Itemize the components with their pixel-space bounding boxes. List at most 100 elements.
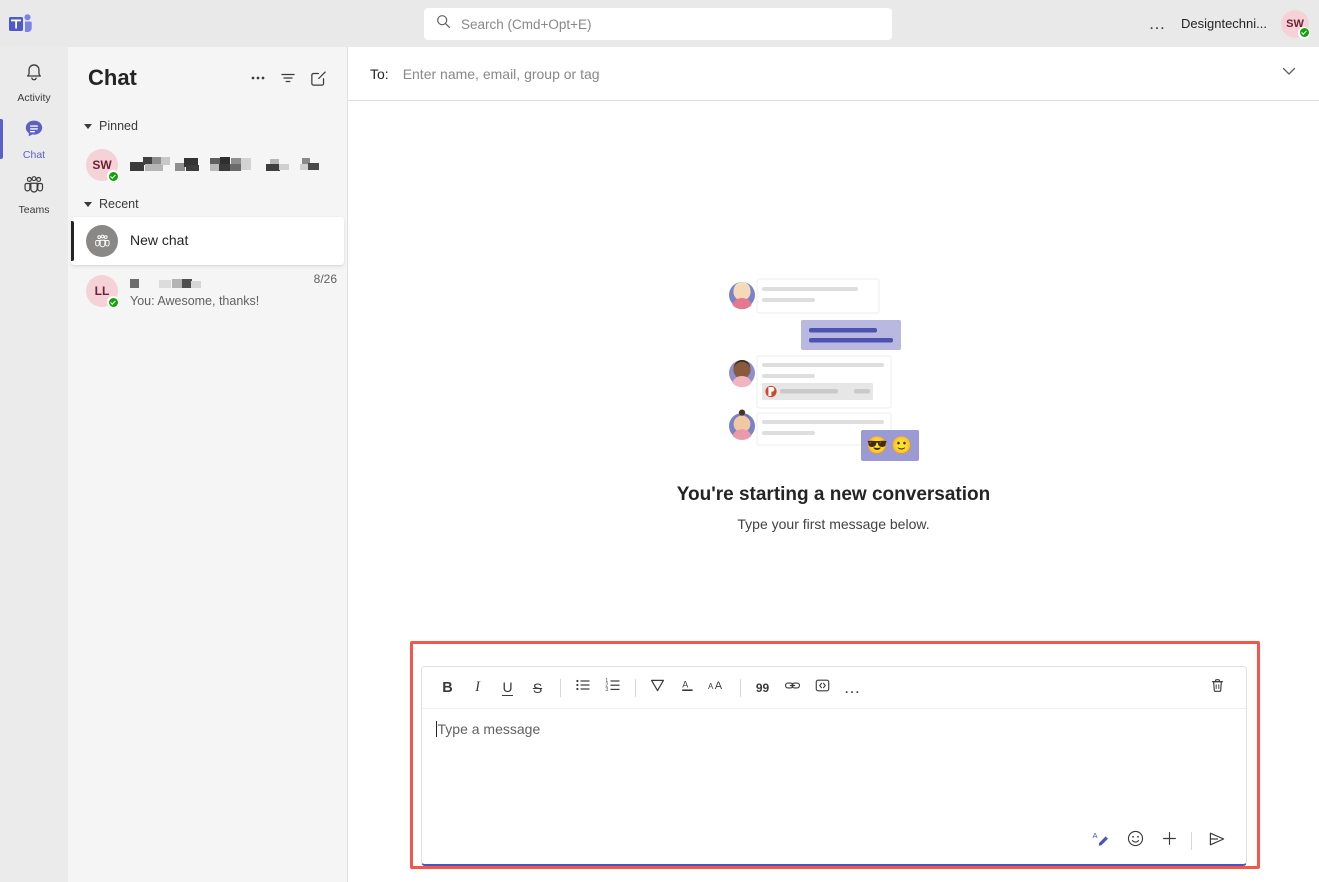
quote-icon: 99 bbox=[755, 680, 770, 695]
redaction-blocks bbox=[130, 278, 201, 288]
settings-more-button[interactable]: … bbox=[1149, 15, 1168, 32]
strikethrough-button[interactable]: S bbox=[524, 674, 552, 702]
chat-list-pane: Chat Pinned SW Recent New chat LL You: A… bbox=[68, 47, 348, 882]
more-actions-button[interactable] bbox=[1155, 826, 1185, 856]
recipient-input[interactable]: Enter name, email, group or tag bbox=[403, 66, 1265, 82]
teams-people-icon bbox=[22, 174, 46, 201]
emoji-reaction-bubble: 😎 🙂 bbox=[860, 430, 919, 461]
text-cursor bbox=[435, 721, 437, 737]
message-placeholder: Type a message bbox=[437, 721, 541, 737]
bold-icon: B bbox=[442, 679, 453, 696]
insert-link-button[interactable] bbox=[779, 674, 807, 702]
discard-draft-button[interactable] bbox=[1204, 674, 1232, 702]
quote-button[interactable]: 99 bbox=[749, 674, 777, 702]
code-block-button[interactable] bbox=[809, 674, 837, 702]
ellipsis-icon: … bbox=[843, 677, 862, 697]
redacted-chat-name bbox=[130, 155, 337, 175]
search-input[interactable]: Search (Cmd+Opt+E) bbox=[424, 8, 892, 40]
sidebar-item-label: Chat bbox=[22, 149, 46, 161]
font-color-icon: A bbox=[679, 677, 696, 699]
bulleted-list-icon bbox=[575, 677, 591, 698]
underline-icon: U bbox=[502, 678, 513, 696]
more-options-button[interactable] bbox=[243, 63, 273, 93]
highlight-button[interactable] bbox=[644, 674, 672, 702]
redacted-chat-name bbox=[130, 274, 235, 291]
formatting-toolbar: B I U S 1 2 3 A A A 99 … bbox=[421, 667, 1246, 709]
app-body: Activity Chat Teams Chat Pinned SW Recen… bbox=[0, 47, 1319, 882]
svg-text:A: A bbox=[682, 679, 688, 689]
titlebar-right-group: … Designtechni... SW bbox=[1149, 0, 1310, 47]
list-item[interactable]: SW bbox=[68, 139, 347, 191]
new-chat-button[interactable] bbox=[303, 63, 333, 93]
send-button[interactable] bbox=[1202, 826, 1232, 856]
group-label: Recent bbox=[99, 197, 139, 211]
sidebar-item-label: Teams bbox=[18, 204, 50, 216]
more-formatting-button[interactable]: … bbox=[839, 674, 867, 702]
bell-icon bbox=[23, 62, 45, 89]
teams-window: Search (Cmd+Opt+E) … Designtechni... SW bbox=[0, 0, 1319, 882]
sidebar-item-label: Activity bbox=[17, 92, 51, 104]
sunglasses-emoji: 😎 bbox=[866, 435, 888, 455]
action-divider bbox=[1190, 832, 1192, 850]
list-item-content: New chat bbox=[130, 232, 334, 250]
svg-text:A: A bbox=[708, 682, 714, 691]
underline-button[interactable]: U bbox=[494, 674, 522, 702]
toolbar-divider bbox=[559, 678, 561, 697]
chat-icon bbox=[22, 117, 46, 146]
search-icon bbox=[436, 14, 451, 34]
bold-button[interactable]: B bbox=[434, 674, 462, 702]
italic-button[interactable]: I bbox=[464, 674, 492, 702]
font-color-button[interactable]: A bbox=[674, 674, 702, 702]
list-item[interactable]: LL You: Awesome, thanks! 8/26 bbox=[68, 265, 347, 317]
strikethrough-icon: S bbox=[532, 679, 543, 696]
plus-icon bbox=[1160, 829, 1179, 853]
chat-preview: You: Awesome, thanks! bbox=[130, 294, 260, 308]
message-compose-box[interactable]: B I U S 1 2 3 A A A 99 … Type a message … bbox=[420, 666, 1247, 866]
app-rail: Activity Chat Teams bbox=[0, 47, 68, 882]
search-placeholder: Search (Cmd+Opt+E) bbox=[461, 16, 592, 32]
page-title: Chat bbox=[88, 65, 137, 90]
list-item-new-chat[interactable]: New chat bbox=[71, 217, 344, 265]
group-avatar-icon bbox=[86, 225, 118, 257]
toolbar-divider bbox=[634, 678, 636, 697]
group-header-recent[interactable]: Recent bbox=[68, 191, 347, 217]
avatar: LL bbox=[86, 275, 119, 308]
group-label: Pinned bbox=[99, 119, 138, 133]
compose-zone: B I U S 1 2 3 A A A 99 … Type a message … bbox=[348, 666, 1319, 882]
chevron-down-icon bbox=[84, 123, 92, 129]
bulleted-list-button[interactable] bbox=[569, 674, 597, 702]
group-header-pinned[interactable]: Pinned bbox=[68, 113, 347, 139]
search-bar[interactable]: Search (Cmd+Opt+E) bbox=[424, 8, 892, 40]
emoji-icon bbox=[1126, 829, 1145, 853]
compose-actions: A bbox=[422, 824, 1246, 864]
empty-state-subtext: Type your first message below. bbox=[737, 516, 930, 532]
avatar[interactable]: SW bbox=[1281, 9, 1310, 39]
avatar-initials: LL bbox=[94, 284, 110, 298]
toolbar-divider bbox=[739, 678, 741, 697]
sidebar-item-chat[interactable]: Chat bbox=[0, 111, 68, 167]
empty-state-heading: You're starting a new conversation bbox=[676, 484, 991, 505]
avatar-initials: SW bbox=[92, 158, 112, 172]
format-toggle-button[interactable]: A bbox=[1087, 826, 1117, 856]
font-size-icon: A A bbox=[708, 677, 727, 699]
numbered-list-button[interactable]: 1 2 3 bbox=[599, 674, 627, 702]
message-input[interactable]: Type a message bbox=[422, 709, 1246, 824]
chat-name: New chat bbox=[130, 232, 189, 248]
filter-button[interactable] bbox=[273, 63, 303, 93]
sidebar-item-activity[interactable]: Activity bbox=[0, 55, 68, 111]
send-icon bbox=[1207, 829, 1227, 854]
empty-state: 😎 🙂 You're starting a new conversation T… bbox=[348, 101, 1319, 666]
presence-available-badge bbox=[1298, 26, 1310, 39]
sidebar-item-teams[interactable]: Teams bbox=[0, 167, 68, 223]
chevron-down-icon[interactable] bbox=[1279, 61, 1299, 86]
avatar: SW bbox=[86, 149, 119, 182]
presence-available-badge bbox=[107, 296, 119, 308]
format-pen-icon: A bbox=[1092, 829, 1111, 853]
emoji-button[interactable] bbox=[1121, 826, 1151, 856]
italic-icon: I bbox=[475, 679, 480, 695]
font-size-button[interactable]: A A bbox=[704, 674, 732, 702]
chat-list-header: Chat bbox=[68, 47, 347, 109]
chat-list[interactable]: Pinned SW Recent New chat LL You: Awesom… bbox=[68, 109, 347, 882]
chevron-down-icon bbox=[84, 201, 92, 207]
trash-icon bbox=[1209, 677, 1226, 699]
